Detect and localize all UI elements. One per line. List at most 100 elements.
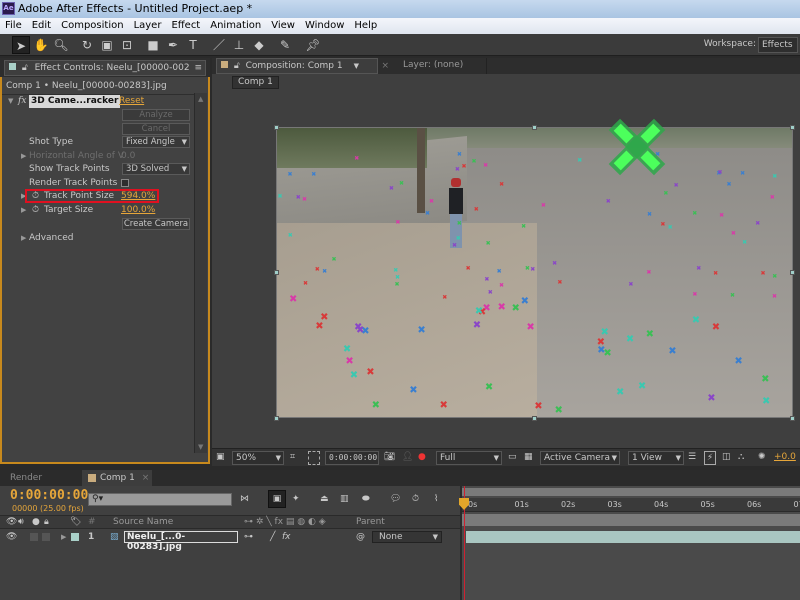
puppet-pin-tool-icon[interactable]: 📌︎ — [304, 36, 322, 54]
transparency-grid-icon[interactable]: ▦ — [524, 451, 533, 465]
fast-previews-icon[interactable]: ⚡ — [704, 451, 716, 465]
panel-menu-icon[interactable]: ≡ — [194, 61, 202, 75]
lock-icon[interactable]: 🔓︎ — [234, 61, 240, 71]
show-snapshot-icon[interactable]: 👤︎ — [402, 451, 413, 465]
shy-switch-icon[interactable]: ⊶ — [244, 530, 253, 544]
layer-handle[interactable] — [274, 125, 279, 130]
parent-column-header[interactable]: Parent — [356, 516, 385, 529]
menu-edit[interactable]: Edit — [27, 18, 56, 34]
composition-viewer[interactable]: ✖ ✖ ✖ ✖ ✖ ✖ ✖ ✖ ✖ ✖ ✖ ✖ ✖ ✖ ✖ ✖ ✖ ✖ ✖ ✖ ✖ ✖ ✖ ✖ ✖ ✖ ✖ ✖ ✖ ✖ ✖ ✖ ✖ ✖ ✖ ✖ ✖ ✖ ✖ ✖… — [276, 127, 793, 418]
frame-blending-icon[interactable]: ▥ — [340, 494, 349, 504]
menu-window[interactable]: Window — [300, 18, 349, 34]
close-icon[interactable]: × — [142, 473, 150, 483]
timeline-icon[interactable]: ◫ — [722, 451, 731, 465]
comp-mini-flowchart-icon[interactable]: ⋈ — [240, 494, 249, 504]
pen-tool-icon[interactable]: ✒ — [164, 36, 182, 54]
pan-behind-tool-icon[interactable]: ⊡ — [118, 36, 136, 54]
expand-triangle-icon[interactable]: ▼ — [8, 95, 13, 108]
hand-tool-icon[interactable]: ✋ — [32, 36, 50, 54]
camera-view-select[interactable]: Active Camera ▼ — [540, 451, 620, 465]
comp-timeline-tab[interactable]: Comp 1 × — [82, 470, 152, 486]
brainstorm-icon[interactable]: 💬︎ — [390, 494, 401, 504]
zoom-tool-icon[interactable]: 🔍︎ — [52, 36, 70, 54]
rotation-tool-icon[interactable]: ↻ — [78, 36, 96, 54]
brush-tool-icon[interactable]: ／ — [210, 36, 228, 54]
always-preview-icon[interactable]: ▣ — [216, 451, 225, 465]
toggle-mask-icon[interactable] — [308, 451, 320, 465]
flowchart-icon[interactable]: ⛬ — [738, 451, 744, 465]
magnification-select[interactable]: 50% ▼ — [232, 451, 284, 465]
channels-icon[interactable]: ● — [418, 451, 426, 465]
expand-triangle-icon[interactable]: ▶ — [61, 530, 66, 544]
parent-select[interactable]: None ▼ — [372, 531, 442, 543]
video-switch-icon[interactable]: 👁︎ — [6, 516, 17, 529]
label-color-swatch[interactable] — [71, 533, 79, 541]
render-track-points-checkbox[interactable] — [121, 179, 129, 187]
pixel-aspect-icon[interactable]: ☰ — [688, 451, 696, 465]
scroll-down-icon[interactable]: ▼ — [198, 443, 203, 451]
close-icon[interactable]: × — [381, 59, 389, 73]
create-camera-button[interactable]: Create Camera — [122, 218, 190, 230]
layer-row[interactable]: 👁︎ ▶ 1 ▧ Neelu_[...0-00283].jpg ⊶ ╱ fx @… — [0, 530, 460, 552]
layer-handle[interactable] — [274, 270, 279, 275]
layer-handle[interactable] — [790, 125, 795, 130]
menu-layer[interactable]: Layer — [129, 18, 167, 34]
lock-icon[interactable]: 🔓︎ — [22, 63, 28, 73]
fx-icon[interactable]: fx — [18, 95, 26, 108]
reset-button[interactable]: Reset — [119, 95, 144, 108]
show-track-points-select[interactable]: 3D Solved ▼ — [122, 163, 190, 175]
live-update-icon[interactable]: ▣ — [268, 490, 286, 508]
render-queue-tab[interactable]: Render Queue — [4, 471, 74, 497]
exposure-icon[interactable]: ✺ — [758, 451, 766, 465]
source-name-column-header[interactable]: Source Name — [113, 516, 173, 529]
rectangle-tool-icon[interactable]: ■ — [144, 36, 162, 54]
solo-switch-icon[interactable]: ● — [32, 516, 40, 529]
menu-help[interactable]: Help — [349, 18, 382, 34]
clone-stamp-tool-icon[interactable]: ⊥ — [230, 36, 248, 54]
auto-keyframe-icon[interactable]: ⏱ — [412, 494, 419, 504]
motion-blur-icon[interactable]: ⬬ — [362, 494, 370, 504]
timeline-timecode[interactable]: 0:00:00:00 — [10, 488, 88, 503]
eraser-tool-icon[interactable]: ◆ — [250, 36, 268, 54]
composition-tab[interactable]: 🔓︎ Composition: Comp 1 ▼ × — [216, 58, 389, 74]
label-tag-icon[interactable]: 🏷︎ — [70, 516, 81, 529]
type-tool-icon[interactable]: T — [184, 36, 202, 54]
audio-switch-icon[interactable]: 🔊︎ — [18, 516, 24, 529]
effect-name[interactable]: 3D Came...racker — [29, 95, 121, 108]
hide-shy-layers-icon[interactable]: ⏏ — [320, 494, 329, 504]
chevron-down-icon[interactable]: ▼ — [354, 59, 359, 73]
stopwatch-icon[interactable]: ⏱ — [32, 204, 39, 217]
target-size-value[interactable]: 100.0% — [121, 204, 155, 217]
comp-breadcrumb[interactable]: Comp 1 — [232, 76, 279, 89]
timeline-search-input[interactable]: ⚲▾ — [88, 493, 232, 506]
advanced-label[interactable]: Advanced — [29, 232, 73, 245]
roto-brush-tool-icon[interactable]: ✎ — [276, 36, 294, 54]
analyze-button[interactable]: Analyze — [122, 109, 190, 121]
resolution-select[interactable]: Full ▼ — [436, 451, 502, 465]
layer-handle[interactable] — [790, 270, 795, 275]
menu-animation[interactable]: Animation — [205, 18, 266, 34]
exposure-value[interactable]: +0.0 — [774, 451, 796, 465]
expand-triangle-icon[interactable]: ▶ — [21, 150, 26, 163]
video-visibility-icon[interactable]: 👁︎ — [6, 530, 17, 544]
layer-handle[interactable] — [532, 125, 537, 130]
menu-view[interactable]: View — [266, 18, 300, 34]
pickwhip-icon[interactable]: @ — [356, 530, 365, 544]
menu-effect[interactable]: Effect — [166, 18, 205, 34]
shot-type-select[interactable]: Fixed Angle ▼ — [122, 136, 190, 148]
effect-controls-tab[interactable]: 🔓︎ Effect Controls: Neelu_[00000-002 ≡ — [4, 60, 206, 76]
solo-checkbox[interactable] — [30, 533, 38, 541]
workspace-select[interactable]: Effects — [758, 37, 798, 53]
view-layout-select[interactable]: 1 View ▼ — [628, 451, 684, 465]
camera-tool-icon[interactable]: ▣ — [98, 36, 116, 54]
effect-controls-scrollbar[interactable]: ▲ ▼ — [194, 93, 207, 453]
expand-triangle-icon[interactable]: ▶ — [21, 232, 26, 245]
cancel-button[interactable]: Cancel — [122, 123, 190, 135]
scroll-up-icon[interactable]: ▲ — [198, 95, 203, 103]
layer-handle[interactable] — [532, 416, 537, 421]
safe-zones-icon[interactable]: ⌗ — [290, 451, 295, 465]
menu-composition[interactable]: Composition — [56, 18, 128, 34]
lock-switch-icon[interactable]: 🔒︎ — [44, 516, 49, 529]
timeline-track-area[interactable]: 0s 01s 02s 03s 04s 05s 06s 07s — [459, 486, 800, 600]
effect-switch-icon[interactable]: fx — [282, 530, 291, 544]
